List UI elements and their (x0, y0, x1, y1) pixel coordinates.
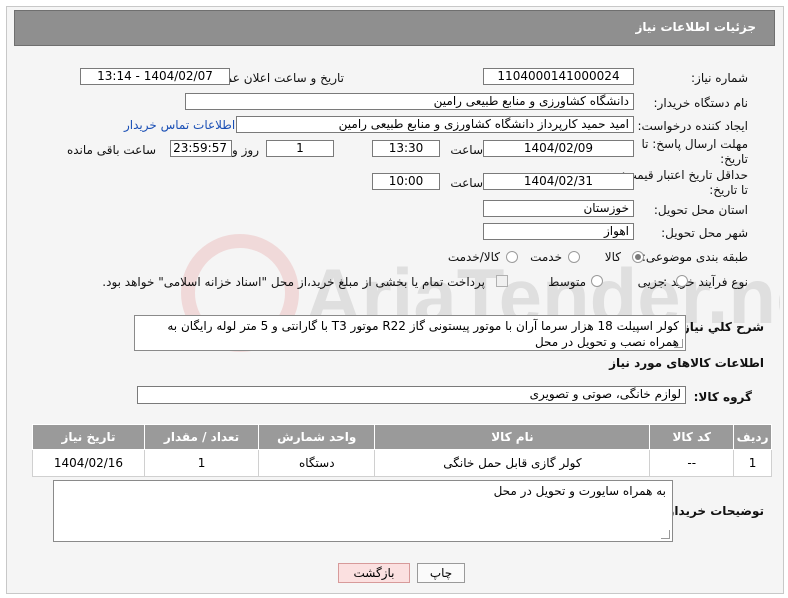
buyer-org-field[interactable]: دانشگاه کشاورزی و منابع طبیعی رامین (185, 93, 634, 110)
reply-time-field[interactable]: 13:30 (372, 140, 440, 157)
category-option-service: خدمت (530, 250, 562, 264)
need-number-field[interactable]: 1104000141000024 (483, 68, 634, 85)
goods-table: ردیف کد کالا نام کالا واحد شمارش تعداد /… (32, 424, 772, 477)
col-goods-code: کد کالا (649, 424, 735, 450)
days-field[interactable]: 1 (266, 140, 334, 157)
table-row: 1 -- کولر گازی قابل حمل خانگی دستگاه 1 1… (32, 449, 772, 477)
reply-deadline-label: مهلت ارسال پاسخ: تا (641, 137, 748, 151)
buyer-notes-label: توضیحات خریدار: (662, 504, 764, 518)
col-row-number: ردیف (733, 424, 772, 450)
col-goods-name: نام کالا (374, 424, 651, 450)
cell-quantity: 1 (143, 449, 260, 477)
buyer-notes-text: به همراه سایورت و تحویل در محل (493, 484, 666, 498)
need-number-label: شماره نیاز: (691, 71, 748, 85)
cell-goods-code: -- (649, 449, 735, 477)
buyer-contact-link[interactable]: اطلاعات تماس خریدار (124, 118, 235, 132)
remaining-time-field[interactable]: 23:59:57 (170, 140, 232, 157)
summary-text: کولر اسپیلت 18 هزار سرما آران با موتور پ… (167, 319, 679, 349)
goods-info-title: اطلاعات کالاهای مورد نیاز (609, 356, 764, 370)
price-time-label: ساعت (450, 176, 483, 190)
notes-resize-handle[interactable] (661, 530, 670, 539)
buyer-org-label: نام دستگاه خریدار: (653, 96, 749, 110)
col-unit: واحد شمارش (258, 424, 376, 450)
reply-date-field[interactable]: 1404/02/09 (483, 140, 634, 157)
province-label: استان محل تحویل: (653, 203, 748, 217)
col-quantity: تعداد / مقدار (143, 424, 260, 450)
category-radio-goods-service[interactable] (506, 251, 518, 263)
cell-row-number: 1 (733, 449, 772, 477)
creator-field[interactable]: امید حمید کارپرداز دانشگاه کشاورزی و منا… (236, 116, 634, 133)
resize-handle[interactable] (674, 339, 683, 348)
page-title: جزئیات اطلاعات نیاز (635, 20, 756, 34)
price-time-field[interactable]: 10:00 (372, 173, 440, 190)
reply-deadline-label-2: تاریخ: (720, 152, 748, 166)
goods-group-field[interactable]: لوازم خانگی، صوتی و تصویری (137, 386, 686, 404)
city-label: شهر محل تحویل: (661, 226, 748, 240)
category-option-goods-service: کالا/خدمت (447, 250, 500, 264)
purchase-option-minor: جزیی (637, 275, 665, 289)
cell-unit: دستگاه (258, 449, 376, 477)
col-need-date: تاریخ نیاز (32, 424, 145, 450)
goods-group-label: گروه کالا: (693, 390, 752, 404)
print-button[interactable]: چاپ (417, 563, 465, 583)
creator-label: ایجاد کننده درخواست: (637, 119, 748, 133)
cell-goods-name: کولر گازی قابل حمل خانگی (374, 449, 651, 477)
category-radio-service[interactable] (568, 251, 580, 263)
purchase-radio-minor[interactable] (676, 275, 688, 287)
province-field[interactable]: خوزستان (483, 200, 634, 217)
cell-need-date: 1404/02/16 (32, 449, 145, 477)
category-label: طبقه بندی موضوعی: (641, 250, 748, 264)
price-validity-label-2: تا تاریخ: (709, 183, 748, 197)
summary-textarea[interactable]: کولر اسپیلت 18 هزار سرما آران با موتور پ… (134, 315, 686, 351)
price-date-field[interactable]: 1404/02/31 (483, 173, 634, 190)
announce-datetime-field[interactable]: 1404/02/07 - 13:14 (80, 68, 230, 85)
table-header-row: ردیف کد کالا نام کالا واحد شمارش تعداد /… (32, 424, 772, 450)
price-validity-label: حداقل تاریخ اعتبار قیمت: (621, 168, 748, 182)
purchase-option-medium: متوسط (548, 275, 586, 289)
page-header: جزئیات اطلاعات نیاز (14, 10, 775, 46)
summary-label: شرح كلي نياز: (678, 320, 764, 334)
buyer-notes-textarea[interactable]: به همراه سایورت و تحویل در محل (53, 480, 673, 542)
remaining-time-label: ساعت باقی مانده (66, 143, 156, 157)
treasury-payment-note: پرداخت تمام یا بخشی از مبلغ خرید،از محل … (102, 275, 485, 289)
city-field[interactable]: اهواز (483, 223, 634, 240)
category-radio-goods[interactable] (632, 251, 644, 263)
days-label: روز و (232, 143, 259, 157)
purchase-radio-medium[interactable] (591, 275, 603, 287)
back-button[interactable]: بازگشت (338, 563, 410, 583)
treasury-payment-checkbox[interactable] (496, 275, 508, 287)
category-option-goods: کالا (604, 250, 621, 264)
reply-time-label: ساعت (450, 143, 483, 157)
